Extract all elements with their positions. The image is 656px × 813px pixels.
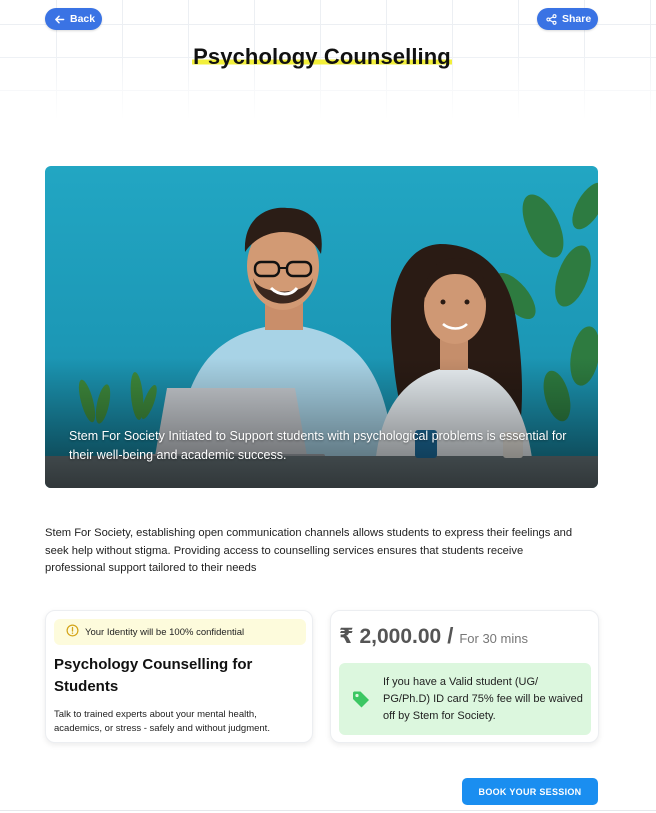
back-button[interactable]: Back bbox=[45, 8, 102, 30]
confidential-note: Your Identity will be 100% confidential bbox=[54, 619, 306, 645]
book-session-button[interactable]: BOOK YOUR SESSION bbox=[462, 778, 598, 805]
service-title: Psychology Counselling for Students bbox=[54, 656, 253, 695]
hero-banner: Stem For Society Initiated to Support st… bbox=[45, 166, 598, 488]
student-discount-note: If you have a Valid student (UG/ PG/Ph.D… bbox=[339, 663, 591, 735]
alert-circle-icon bbox=[66, 624, 79, 640]
service-description: Stem For Society, establishing open comm… bbox=[45, 527, 573, 574]
share-icon bbox=[546, 13, 557, 25]
discount-text: If you have a Valid student (UG/ PG/Ph.D… bbox=[383, 676, 583, 722]
back-label: Back bbox=[70, 13, 96, 25]
share-label: Share bbox=[562, 13, 592, 25]
service-subtitle: Talk to trained experts about your menta… bbox=[54, 709, 270, 734]
session-duration: For 30 mins bbox=[459, 631, 528, 646]
share-button[interactable]: Share bbox=[537, 8, 598, 30]
hero-overlay bbox=[45, 358, 598, 488]
confidential-text: Your Identity will be 100% confidential bbox=[85, 626, 245, 638]
page-title: Psychology Counselling bbox=[0, 44, 644, 70]
hero-caption: Stem For Society Initiated to Support st… bbox=[69, 429, 567, 462]
arrow-left-icon bbox=[54, 14, 65, 25]
footer-divider bbox=[0, 810, 656, 811]
tag-icon bbox=[351, 689, 371, 714]
price-separator: / bbox=[447, 623, 454, 648]
price-amount: ₹ 2,000.00 bbox=[339, 625, 442, 648]
service-card: Your Identity will be 100% confidential … bbox=[45, 610, 313, 743]
page-title-text: Psychology Counselling bbox=[192, 44, 452, 69]
price-card: ₹ 2,000.00 / For 30 mins If you have a V… bbox=[330, 610, 599, 743]
price-row: ₹ 2,000.00 / For 30 mins bbox=[339, 623, 528, 649]
